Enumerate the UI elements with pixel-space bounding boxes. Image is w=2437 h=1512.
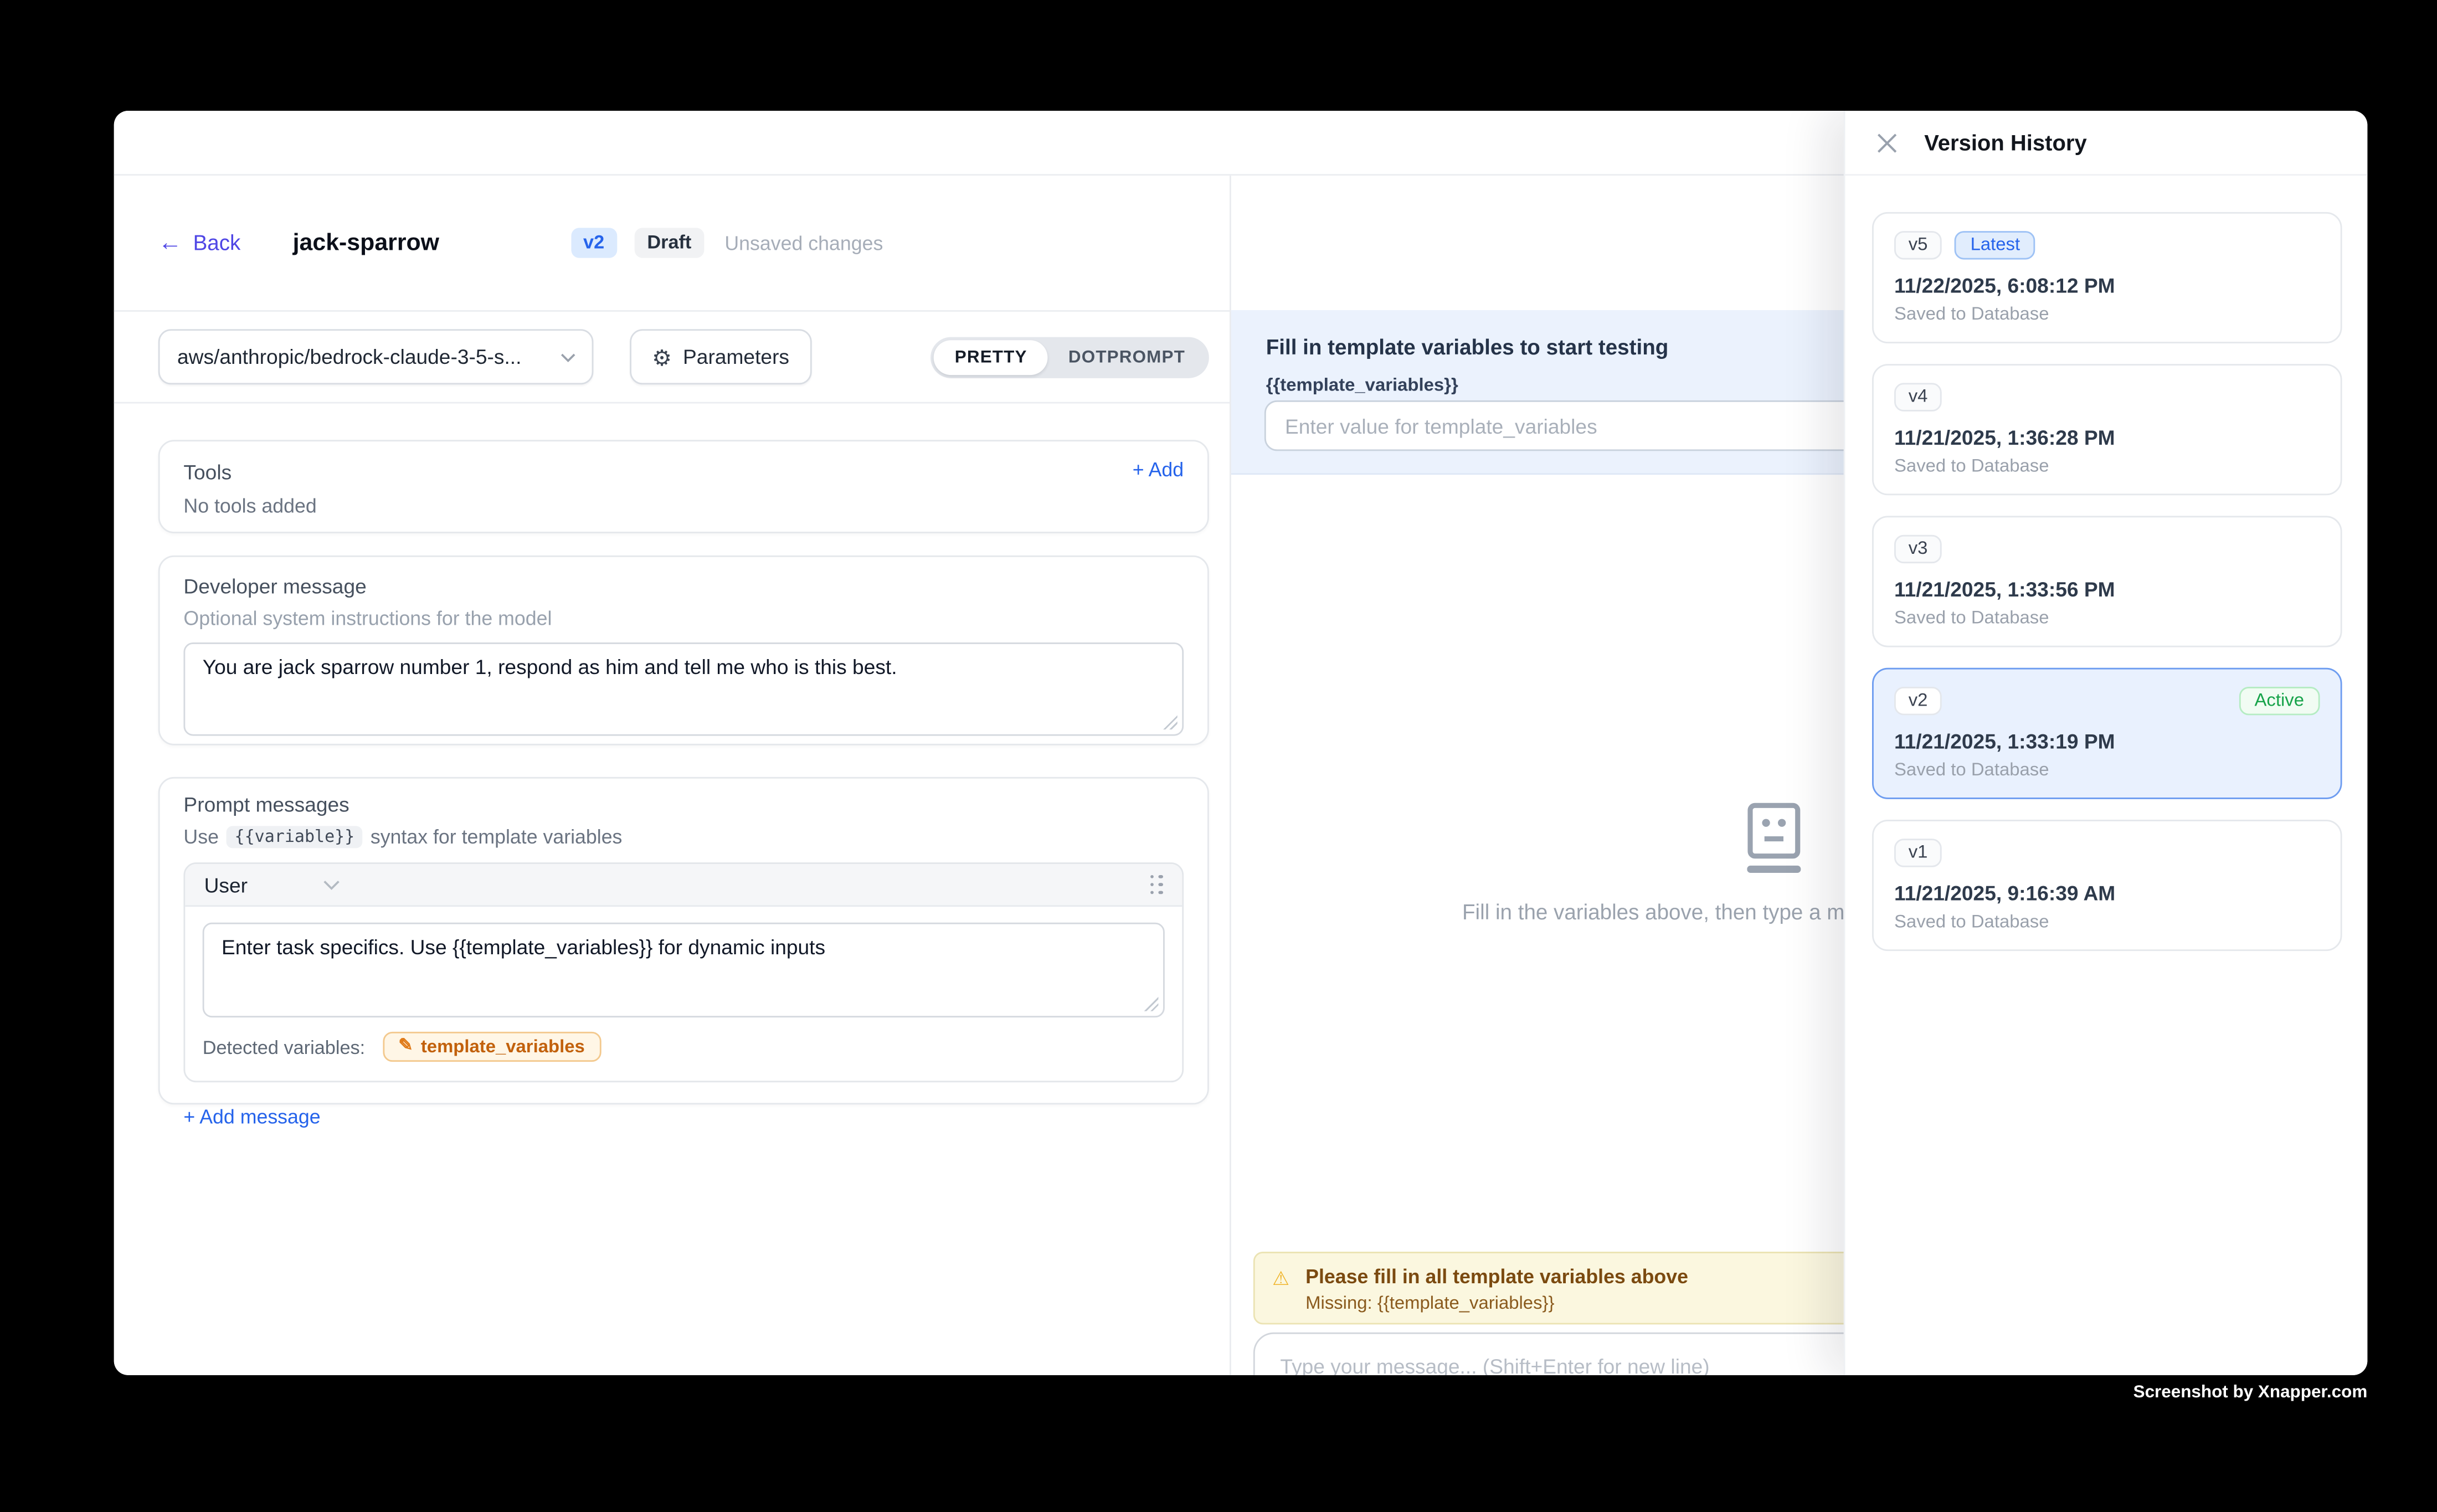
version-history-title: Version History <box>1924 130 2086 155</box>
prompt-messages-title: Prompt messages <box>183 793 1184 816</box>
version-timestamp: 11/21/2025, 9:16:39 AM <box>1894 881 2320 905</box>
screenshot-stage: ← Back jack-sparrow v2 Draft Unsaved cha… <box>0 0 2437 1512</box>
page-title: jack-sparrow <box>293 229 439 256</box>
tools-empty-text: No tools added <box>183 495 1184 517</box>
version-status: Saved to Database <box>1894 761 2320 780</box>
toggle-pretty[interactable]: PRETTY <box>934 340 1048 374</box>
template-variables-warning: ⚠ Please fill in all template variables … <box>1253 1252 1918 1324</box>
latest-badge: Latest <box>1955 231 2036 259</box>
pencil-icon: ✎ <box>398 1038 413 1055</box>
version-timestamp: 11/21/2025, 1:33:56 PM <box>1894 578 2320 601</box>
template-variable-chip-label: template_variables <box>421 1037 585 1056</box>
tools-title: Tools <box>183 460 1184 484</box>
version-badges-row: v2 Active <box>1894 687 2320 715</box>
prompt-editor-column: ← Back jack-sparrow v2 Draft Unsaved cha… <box>114 176 1231 1375</box>
back-arrow-icon: ← <box>158 231 182 255</box>
prompt-messages-card: Prompt messages Use {{variable}} syntax … <box>158 777 1209 1104</box>
version-number-badge: v5 <box>1894 231 1942 259</box>
chat-input-placeholder: Type your message... (Shift+Enter for ne… <box>1255 1334 1916 1375</box>
version-timestamp: 11/21/2025, 1:33:19 PM <box>1894 729 2320 753</box>
version-badges-row: v4 <box>1894 383 2320 411</box>
version-list: v5 Latest 11/22/2025, 6:08:12 PM Saved t… <box>1845 176 2367 951</box>
version-card-v1[interactable]: v1 11/21/2025, 9:16:39 AM Saved to Datab… <box>1872 820 2342 951</box>
version-history-header: Version History <box>1845 111 2367 176</box>
app-window: ← Back jack-sparrow v2 Draft Unsaved cha… <box>114 111 2368 1375</box>
version-card-v4[interactable]: v4 11/21/2025, 1:36:28 PM Saved to Datab… <box>1872 364 2342 495</box>
model-selector-value: aws/anthropic/bedrock-claude-3-5-s... <box>177 345 521 369</box>
template-syntax-hint: Use {{variable}} syntax for template var… <box>183 826 1184 848</box>
version-timestamp: 11/21/2025, 1:36:28 PM <box>1894 426 2320 450</box>
active-badge: Active <box>2239 687 2320 715</box>
developer-message-card: Developer message Optional system instru… <box>158 556 1209 745</box>
unsaved-changes-text: Unsaved changes <box>724 232 883 254</box>
developer-message-subtitle: Optional system instructions for the mod… <box>183 608 1184 630</box>
detected-variables-label: Detected variables: <box>203 1036 366 1058</box>
editor-toolbar: aws/anthropic/bedrock-claude-3-5-s... ⚙ … <box>114 312 1230 404</box>
version-history-panel: Version History v5 Latest 11/22/2025, 6:… <box>1844 111 2368 1375</box>
close-icon[interactable] <box>1877 132 1898 153</box>
version-card-v2-active[interactable]: v2 Active 11/21/2025, 1:33:19 PM Saved t… <box>1872 668 2342 799</box>
toggle-dotprompt[interactable]: DOTPROMPT <box>1048 340 1206 374</box>
version-status: Saved to Database <box>1894 609 2320 628</box>
variable-name-label: {{template_variables}} <box>1266 377 1458 395</box>
add-message-button[interactable]: + Add message <box>183 1106 1184 1128</box>
version-status: Saved to Database <box>1894 305 2320 324</box>
version-number-badge: v2 <box>1894 687 1942 715</box>
warning-title: Please fill in all template variables ab… <box>1305 1266 1688 1288</box>
drag-handle-icon[interactable] <box>1150 875 1163 894</box>
version-number-badge: v4 <box>1894 383 1942 411</box>
tools-card: Tools + Add No tools added <box>158 440 1209 533</box>
add-tool-button[interactable]: + Add <box>1133 459 1184 481</box>
parameters-label: Parameters <box>683 345 789 369</box>
format-toggle: PRETTY DOTPROMPT <box>931 336 1209 377</box>
detected-variables-row: Detected variables: ✎ template_variables <box>203 1032 1165 1081</box>
parameters-button[interactable]: ⚙ Parameters <box>630 329 811 384</box>
prompt-message-block: User Enter task specifics. Use {{templat… <box>183 862 1184 1082</box>
version-badges-row: v1 <box>1894 839 2320 867</box>
version-badge: v2 <box>570 228 617 258</box>
chat-message-input[interactable]: Type your message... (Shift+Enter for ne… <box>1253 1333 1918 1375</box>
fill-variables-title: Fill in template variables to start test… <box>1266 336 1669 359</box>
version-status: Saved to Database <box>1894 913 2320 932</box>
hint-prefix: Use <box>183 826 219 848</box>
version-status: Saved to Database <box>1894 457 2320 476</box>
role-chevron-down-icon[interactable] <box>323 879 341 890</box>
back-label: Back <box>193 231 241 255</box>
developer-message-textarea[interactable]: You are jack sparrow number 1, respond a… <box>183 642 1184 736</box>
variable-syntax-chip: {{variable}} <box>227 826 362 848</box>
gear-icon: ⚙ <box>652 346 672 368</box>
role-selector[interactable]: User <box>204 873 248 897</box>
back-button[interactable]: ← Back <box>158 231 241 255</box>
version-number-badge: v1 <box>1894 839 1942 867</box>
model-selector[interactable]: aws/anthropic/bedrock-claude-3-5-s... <box>158 329 594 384</box>
draft-badge: Draft <box>634 228 704 258</box>
message-body: Enter task specifics. Use {{template_var… <box>185 907 1182 1081</box>
warning-missing-text: Missing: {{template_variables}} <box>1305 1294 1554 1313</box>
version-number-badge: v3 <box>1894 535 1942 563</box>
hint-suffix: syntax for template variables <box>371 826 623 848</box>
robot-icon <box>1747 803 1801 883</box>
version-card-v3[interactable]: v3 11/21/2025, 1:33:56 PM Saved to Datab… <box>1872 516 2342 647</box>
xnapper-watermark: Screenshot by Xnapper.com <box>2133 1383 2368 1402</box>
editor-header-row: ← Back jack-sparrow v2 Draft Unsaved cha… <box>114 176 1230 312</box>
message-textarea[interactable]: Enter task specifics. Use {{template_var… <box>203 923 1165 1017</box>
template-variable-chip[interactable]: ✎ template_variables <box>383 1032 601 1062</box>
warning-icon: ⚠ <box>1272 1268 1289 1290</box>
chevron-down-icon <box>560 352 576 362</box>
editor-scroll-area: Tools + Add No tools added Developer mes… <box>114 404 1230 1105</box>
version-timestamp: 11/22/2025, 6:08:12 PM <box>1894 274 2320 297</box>
version-card-v5[interactable]: v5 Latest 11/22/2025, 6:08:12 PM Saved t… <box>1872 212 2342 343</box>
developer-message-title: Developer message <box>183 574 1184 598</box>
message-role-header: User <box>185 864 1182 907</box>
version-badges-row: v5 Latest <box>1894 231 2320 259</box>
version-badges-row: v3 <box>1894 535 2320 563</box>
